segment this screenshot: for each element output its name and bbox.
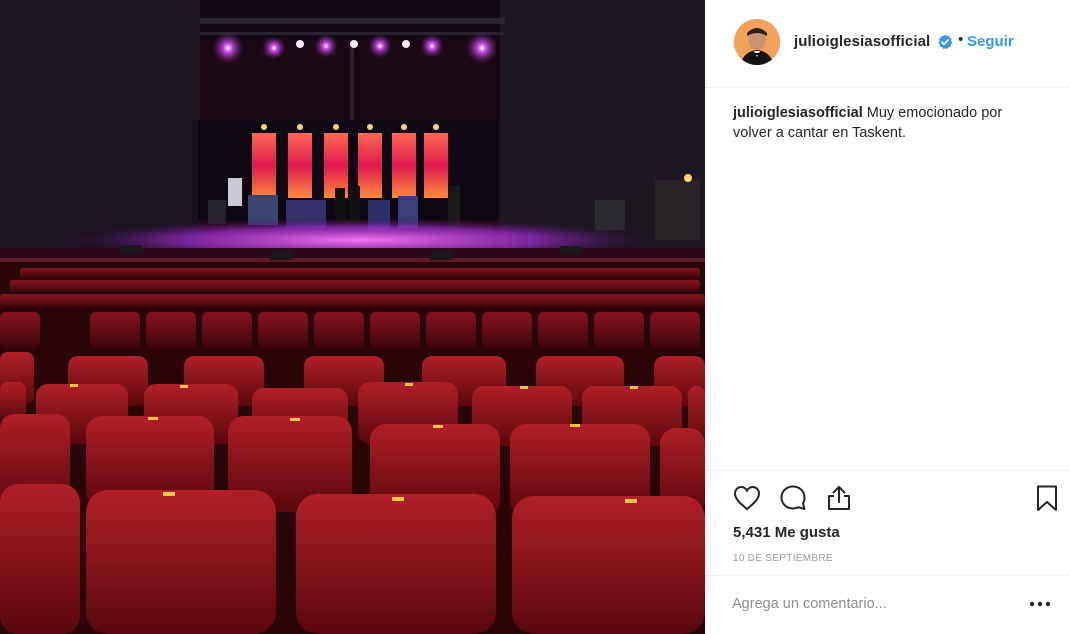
avatar[interactable]	[734, 19, 780, 65]
concert-hall-photo	[0, 0, 705, 634]
post-actions	[706, 470, 1070, 531]
instagram-post: julioiglesiasofficial • Seguir julioigle…	[0, 0, 1070, 634]
comment-bar	[706, 575, 1070, 634]
follow-button[interactable]: Seguir	[967, 33, 1014, 50]
likes-count[interactable]: 5,431 Me gusta	[733, 524, 840, 541]
post-photo[interactable]	[0, 0, 705, 634]
share-upload-icon[interactable]	[824, 483, 854, 513]
more-options-icon[interactable]	[1026, 592, 1054, 616]
heart-icon[interactable]	[732, 483, 762, 513]
comment-bubble-icon[interactable]	[778, 483, 808, 513]
post-caption: julioiglesiasofficial Muy emocionado por…	[733, 103, 1043, 143]
post-side-panel: julioiglesiasofficial • Seguir julioigle…	[705, 0, 1070, 634]
avatar-image	[734, 19, 780, 65]
username-link[interactable]: julioiglesiasofficial	[794, 33, 930, 50]
caption-username-link[interactable]: julioiglesiasofficial	[733, 105, 863, 121]
post-header: julioiglesiasofficial • Seguir	[706, 0, 1070, 88]
comment-input[interactable]	[732, 596, 1002, 612]
post-date[interactable]: 10 DE SEPTIEMBRE	[733, 553, 833, 564]
bookmark-icon[interactable]	[1032, 483, 1062, 513]
verified-badge-icon	[938, 34, 953, 49]
separator-dot: •	[958, 31, 964, 48]
